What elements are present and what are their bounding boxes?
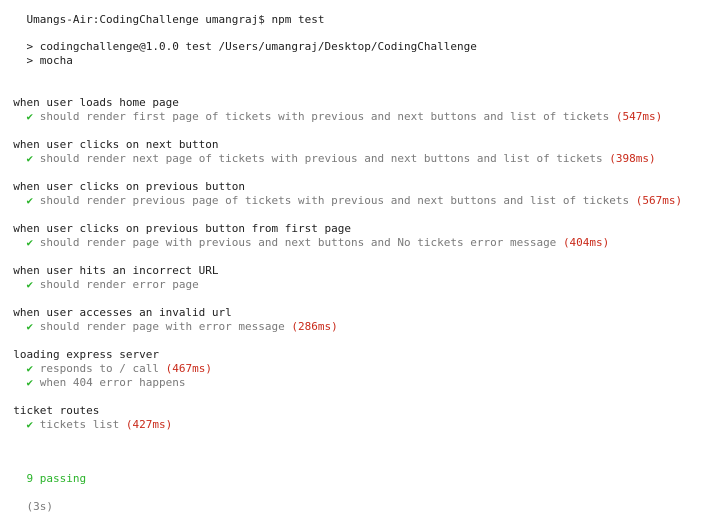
suite-title: loading express server bbox=[13, 348, 159, 361]
summary-line: 9 passing (3s) bbox=[0, 458, 87, 513]
passing-count: 9 passing bbox=[26, 472, 87, 485]
test-title: when 404 error happens bbox=[39, 376, 186, 389]
test-duration: (404ms) bbox=[562, 236, 610, 249]
npm-script-text: > codingchallenge@1.0.0 test /Users/uman… bbox=[26, 40, 477, 53]
suite-title-line: when user clicks on previous button from… bbox=[0, 222, 351, 236]
test-result-line: ✔ should render next page of tickets wit… bbox=[0, 152, 656, 166]
suite-title-line: when user clicks on next button bbox=[0, 138, 219, 152]
check-icon: ✔ bbox=[26, 152, 34, 165]
test-duration: (286ms) bbox=[291, 320, 338, 333]
check-icon: ✔ bbox=[26, 362, 34, 375]
check-icon: ✔ bbox=[26, 320, 34, 333]
suite-title: ticket routes bbox=[13, 404, 100, 417]
test-result-line: ✔ should render previous page of tickets… bbox=[0, 194, 683, 208]
check-icon: ✔ bbox=[26, 278, 34, 291]
test-duration: (427ms) bbox=[125, 418, 173, 431]
test-result-line: ✔ should render first page of tickets wi… bbox=[0, 110, 663, 124]
test-result-line: ✔ responds to / call (467ms) bbox=[0, 362, 212, 376]
test-result-line: ✔ when 404 error happens bbox=[0, 376, 186, 390]
suite-title-line: ticket routes bbox=[0, 404, 99, 418]
test-duration: (547ms) bbox=[615, 110, 663, 123]
test-result-line: ✔ should render page with error message … bbox=[0, 320, 338, 334]
check-icon: ✔ bbox=[26, 236, 34, 249]
npm-command-line: > mocha bbox=[0, 40, 73, 67]
check-icon: ✔ bbox=[26, 194, 34, 207]
check-icon: ✔ bbox=[26, 110, 34, 123]
test-title: should render next page of tickets with … bbox=[39, 152, 603, 165]
shell-prompt-line: Umangs-Air:CodingChallenge umangraj$ npm… bbox=[0, 0, 325, 26]
suite-title: when user loads home page bbox=[13, 96, 179, 109]
test-title: should render error page bbox=[39, 278, 199, 291]
test-title: should render page with error message bbox=[39, 320, 285, 333]
npm-script-line: > codingchallenge@1.0.0 test /Users/uman… bbox=[0, 26, 477, 53]
total-time: (3s) bbox=[26, 500, 54, 513]
suite-title: when user clicks on previous button from… bbox=[13, 222, 352, 235]
test-duration: (398ms) bbox=[609, 152, 656, 165]
suite-title-line: when user loads home page bbox=[0, 96, 179, 110]
test-result-line: ✔ should render error page bbox=[0, 278, 199, 292]
check-icon: ✔ bbox=[26, 418, 34, 431]
test-title: responds to / call bbox=[39, 362, 159, 375]
test-title: should render page with previous and nex… bbox=[39, 236, 557, 249]
suite-title: when user accesses an invalid url bbox=[13, 306, 232, 319]
test-duration: (567ms) bbox=[635, 194, 683, 207]
test-result-line: ✔ should render page with previous and n… bbox=[0, 236, 610, 250]
check-icon: ✔ bbox=[26, 376, 34, 389]
test-title: should render first page of tickets with… bbox=[39, 110, 610, 123]
npm-command-text: > mocha bbox=[26, 54, 73, 67]
shell-prompt-text: Umangs-Air:CodingChallenge umangraj$ npm… bbox=[26, 13, 325, 26]
suite-title: when user clicks on previous button bbox=[13, 180, 246, 193]
test-title: should render previous page of tickets w… bbox=[39, 194, 630, 207]
test-title: tickets list bbox=[39, 418, 120, 431]
suite-title: when user hits an incorrect URL bbox=[13, 264, 219, 277]
suite-title-line: when user clicks on previous button bbox=[0, 180, 245, 194]
terminal-window[interactable]: Umangs-Air:CodingChallenge umangraj$ npm… bbox=[0, 0, 726, 513]
suite-title-line: when user accesses an invalid url bbox=[0, 306, 232, 320]
suite-title-line: loading express server bbox=[0, 348, 159, 362]
suite-title-line: when user hits an incorrect URL bbox=[0, 264, 219, 278]
suite-title: when user clicks on next button bbox=[13, 138, 219, 151]
test-duration: (467ms) bbox=[165, 362, 212, 375]
test-result-line: ✔ tickets list (427ms) bbox=[0, 418, 173, 432]
